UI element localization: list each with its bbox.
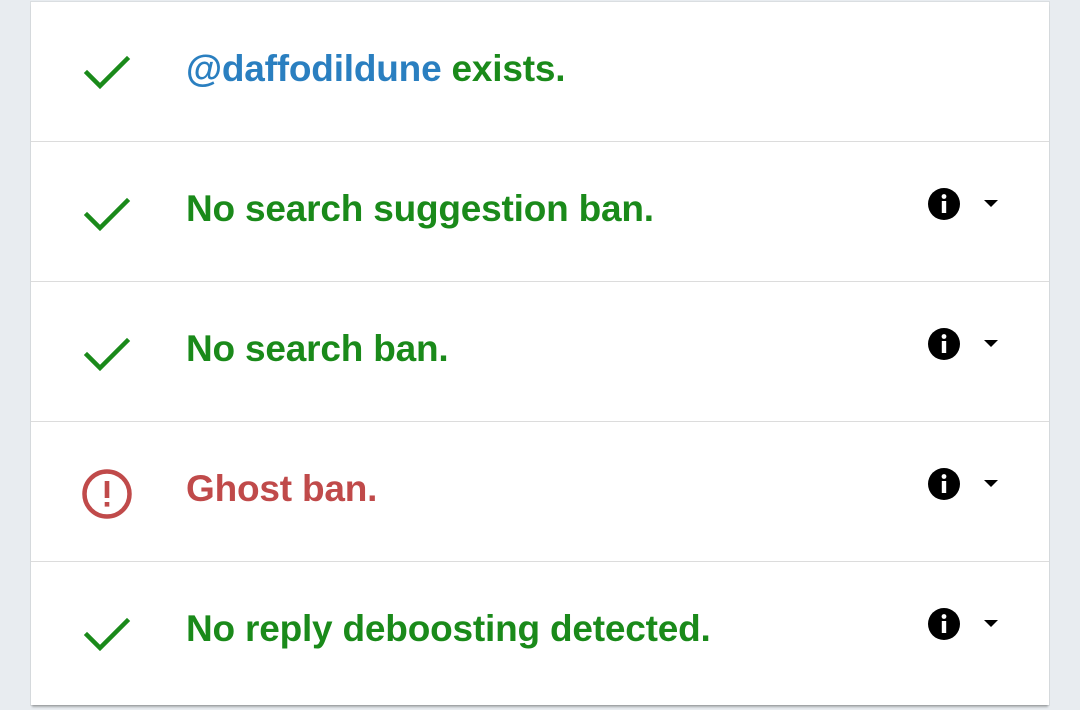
result-status-text: exists.	[441, 48, 566, 89]
result-text: No search ban.	[186, 328, 449, 369]
chevron-down-icon[interactable]	[982, 337, 1000, 349]
info-icon[interactable]	[927, 467, 961, 501]
results-card: @daffodildune exists. No search suggesti…	[31, 2, 1049, 705]
checkmark-icon	[83, 197, 131, 232]
alert-circle-icon	[82, 469, 132, 519]
result-row-reply-deboosting: No reply deboosting detected.	[31, 562, 1049, 705]
result-row-ghost-ban: Ghost ban.	[31, 422, 1049, 562]
result-row-search-ban: No search ban.	[31, 282, 1049, 422]
result-row-search-suggestion-ban: No search suggestion ban.	[31, 142, 1049, 282]
checkmark-icon	[83, 617, 131, 652]
info-icon[interactable]	[927, 607, 961, 641]
result-text: Ghost ban.	[186, 468, 378, 509]
checkmark-icon	[83, 55, 131, 90]
info-icon[interactable]	[927, 187, 961, 221]
chevron-down-icon[interactable]	[982, 197, 1000, 209]
checkmark-icon	[83, 337, 131, 372]
result-text: @daffodildune exists.	[186, 48, 566, 90]
info-icon[interactable]	[927, 327, 961, 361]
result-row-exists: @daffodildune exists.	[31, 2, 1049, 142]
chevron-down-icon[interactable]	[982, 477, 1000, 489]
result-text: No reply deboosting detected.	[186, 608, 711, 649]
username-handle[interactable]: @daffodildune	[186, 48, 442, 89]
result-text: No search suggestion ban.	[186, 188, 654, 229]
chevron-down-icon[interactable]	[982, 617, 1000, 629]
